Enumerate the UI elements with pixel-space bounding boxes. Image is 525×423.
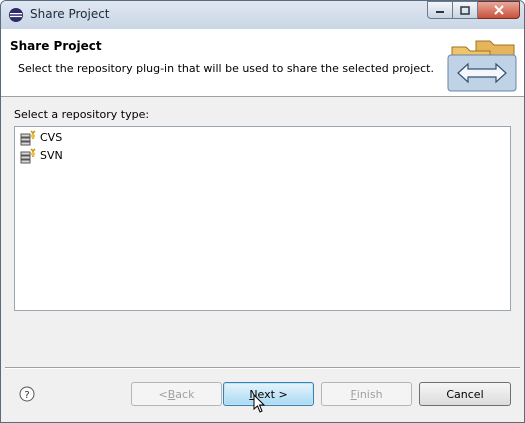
next-button[interactable]: Next > <box>223 382 314 406</box>
svg-text:?: ? <box>24 390 29 401</box>
repository-icon <box>20 147 36 163</box>
repository-type-list[interactable]: CVS SVN <box>14 126 511 311</box>
help-icon[interactable]: ? <box>19 386 35 402</box>
list-item-svn[interactable]: SVN <box>20 147 63 164</box>
eclipse-icon <box>9 8 23 22</box>
share-folders-icon <box>447 40 517 92</box>
maximize-icon <box>460 5 470 15</box>
back-button-prefix: < <box>158 387 168 401</box>
finish-button-label: inish <box>356 387 383 401</box>
wizard-header: Share Project Select the repository plug… <box>1 29 524 97</box>
list-item-label: SVN <box>40 149 63 162</box>
finish-button[interactable]: Finish <box>321 382 412 406</box>
list-item-label: CVS <box>40 131 63 144</box>
list-item-cvs[interactable]: CVS <box>20 129 62 146</box>
cancel-button-label: Cancel <box>446 387 484 401</box>
mouse-cursor-icon <box>253 394 266 413</box>
maximize-button[interactable] <box>453 1 478 19</box>
close-button[interactable] <box>478 1 520 19</box>
page-title: Share Project <box>10 39 102 53</box>
page-description: Select the repository plug-in that will … <box>18 62 434 75</box>
back-button-mnemonic: B <box>167 387 176 401</box>
share-project-dialog: Share Project Share Project Select the r… <box>0 0 525 423</box>
cancel-button[interactable]: Cancel <box>419 382 511 406</box>
title-bar[interactable]: Share Project <box>1 1 524 29</box>
button-bar-separator <box>5 367 520 369</box>
repository-icon <box>20 129 36 145</box>
back-button[interactable]: < Back <box>131 382 222 406</box>
minimize-icon <box>436 11 444 13</box>
close-icon <box>493 5 504 15</box>
minimize-button[interactable] <box>427 1 453 19</box>
window-title: Share Project <box>30 7 110 21</box>
back-button-label: ack <box>175 387 195 401</box>
repository-type-label: Select a repository type: <box>14 108 150 121</box>
